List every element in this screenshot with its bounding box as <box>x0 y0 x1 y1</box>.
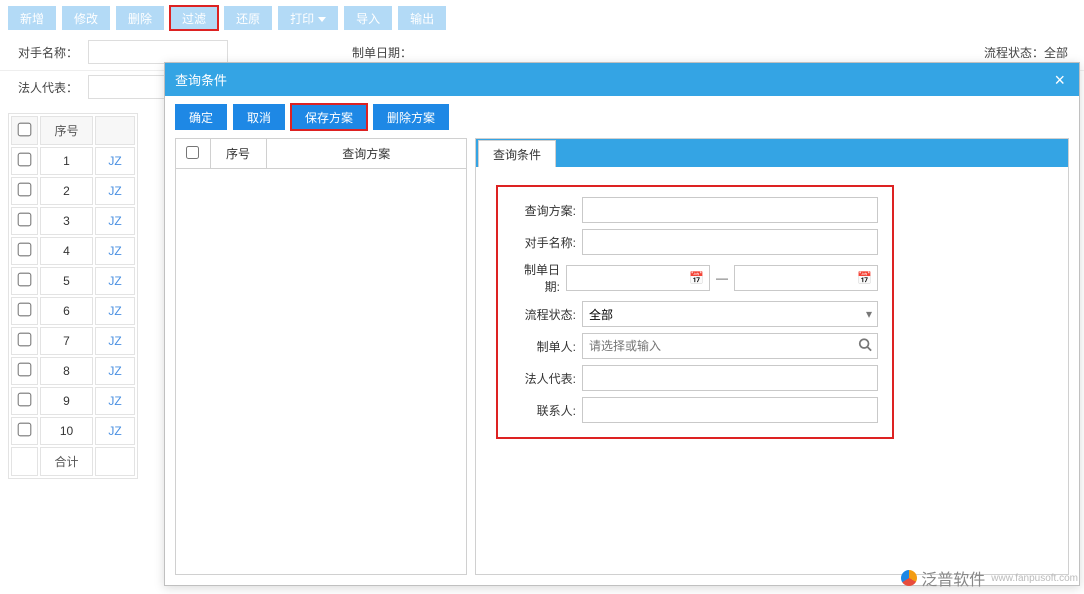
tab-query-condition[interactable]: 查询条件 <box>478 140 556 167</box>
row-checkbox[interactable] <box>18 333 32 347</box>
print-button[interactable]: 打印 <box>278 6 338 30</box>
bg-legalrep-label: 法人代表： <box>8 79 78 96</box>
modal-body: 序号 查询方案 查询条件 查询方案: 对手名称: <box>165 138 1079 585</box>
row-code-link[interactable]: JZ <box>95 147 135 175</box>
row-code-link[interactable]: JZ <box>95 327 135 355</box>
plan-select-all-checkbox[interactable] <box>186 146 199 159</box>
delete-plan-button[interactable]: 删除方案 <box>373 104 449 130</box>
ok-button[interactable]: 确定 <box>175 104 227 130</box>
row-checkbox[interactable] <box>18 243 32 257</box>
row-seq: 2 <box>40 177 93 205</box>
row-seq: 1 <box>40 147 93 175</box>
row-checkbox[interactable] <box>18 393 32 407</box>
table-row: 2JZ <box>11 177 135 205</box>
row-code-link[interactable]: JZ <box>95 177 135 205</box>
row-code-link[interactable]: JZ <box>95 207 135 235</box>
table-row: 8JZ <box>11 357 135 385</box>
modal-toolbar: 确定 取消 保存方案 删除方案 <box>165 96 1079 138</box>
counterparty-label: 对手名称: <box>512 234 576 251</box>
row-checkbox[interactable] <box>18 273 32 287</box>
plan-header-plan: 查询方案 <box>266 139 466 169</box>
condition-form: 查询方案: 对手名称: 制单日期: 📅 — 📅 <box>476 167 1068 457</box>
plan-list-panel: 序号 查询方案 <box>175 138 467 575</box>
row-code-link[interactable]: JZ <box>95 297 135 325</box>
row-seq: 5 <box>40 267 93 295</box>
billdate-to-input[interactable] <box>734 265 878 291</box>
table-row: 5JZ <box>11 267 135 295</box>
legalrep-label: 法人代表: <box>512 370 576 387</box>
row-checkbox[interactable] <box>18 363 32 377</box>
import-button[interactable]: 导入 <box>344 6 392 30</box>
table-row: 9JZ <box>11 387 135 415</box>
condition-panel: 查询条件 查询方案: 对手名称: 制单日期: <box>475 138 1069 575</box>
maker-input[interactable] <box>582 333 878 359</box>
table-row: 10JZ <box>11 417 135 445</box>
plan-header-seq: 序号 <box>210 139 266 169</box>
table-row: 6JZ <box>11 297 135 325</box>
bg-counterparty-input[interactable] <box>88 40 228 64</box>
row-seq: 7 <box>40 327 93 355</box>
row-seq: 4 <box>40 237 93 265</box>
plan-input[interactable] <box>582 197 878 223</box>
table-row: 3JZ <box>11 207 135 235</box>
contact-input[interactable] <box>582 397 878 423</box>
row-code-link[interactable]: JZ <box>95 267 135 295</box>
bg-select-all-checkbox[interactable] <box>18 122 32 136</box>
row-code-link[interactable]: JZ <box>95 357 135 385</box>
query-modal: 查询条件 × 确定 取消 保存方案 删除方案 序号 查询方案 查询条件 <box>164 62 1080 586</box>
filter-button[interactable]: 过滤 <box>170 6 218 30</box>
top-toolbar: 新增 修改 删除 过滤 还原 打印 导入 输出 <box>0 0 1084 36</box>
modal-title: 查询条件 <box>175 70 227 89</box>
maker-label: 制单人: <box>512 338 576 355</box>
bg-flowstatus-label: 流程状态：全部 <box>984 44 1068 61</box>
row-code-link[interactable]: JZ <box>95 387 135 415</box>
close-icon[interactable]: × <box>1050 73 1069 87</box>
plan-label: 查询方案: <box>512 202 576 219</box>
cancel-button[interactable]: 取消 <box>233 104 285 130</box>
modal-header: 查询条件 × <box>165 63 1079 96</box>
bg-table: 序号 1JZ2JZ3JZ4JZ5JZ6JZ7JZ8JZ9JZ10JZ 合计 <box>8 113 138 479</box>
row-checkbox[interactable] <box>18 153 32 167</box>
condition-form-highlight: 查询方案: 对手名称: 制单日期: 📅 — 📅 <box>496 185 894 439</box>
row-checkbox[interactable] <box>18 183 32 197</box>
table-row: 1JZ <box>11 147 135 175</box>
condition-tabbar: 查询条件 <box>476 139 1068 167</box>
row-code-link[interactable]: JZ <box>95 417 135 445</box>
save-plan-button[interactable]: 保存方案 <box>291 104 367 130</box>
row-seq: 8 <box>40 357 93 385</box>
row-seq: 6 <box>40 297 93 325</box>
restore-button[interactable]: 还原 <box>224 6 272 30</box>
new-button[interactable]: 新增 <box>8 6 56 30</box>
contact-label: 联系人: <box>512 402 576 419</box>
edit-button[interactable]: 修改 <box>62 6 110 30</box>
row-checkbox[interactable] <box>18 213 32 227</box>
flowstatus-label: 流程状态: <box>512 306 576 323</box>
bg-table-body: 1JZ2JZ3JZ4JZ5JZ6JZ7JZ8JZ9JZ10JZ <box>11 147 135 445</box>
plan-header-checkbox <box>176 139 210 169</box>
row-code-link[interactable]: JZ <box>95 237 135 265</box>
table-row: 7JZ <box>11 327 135 355</box>
bg-table-header-seq: 序号 <box>40 116 93 145</box>
bg-table-total-label: 合计 <box>40 447 93 476</box>
bg-counterparty-label: 对手名称： <box>8 44 78 61</box>
row-seq: 10 <box>40 417 93 445</box>
row-seq: 3 <box>40 207 93 235</box>
row-checkbox[interactable] <box>18 423 32 437</box>
counterparty-input[interactable] <box>582 229 878 255</box>
billdate-label: 制单日期: <box>512 261 560 295</box>
delete-button[interactable]: 删除 <box>116 6 164 30</box>
date-separator: — <box>716 271 728 285</box>
row-seq: 9 <box>40 387 93 415</box>
row-checkbox[interactable] <box>18 303 32 317</box>
export-button[interactable]: 输出 <box>398 6 446 30</box>
legalrep-input[interactable] <box>582 365 878 391</box>
flowstatus-select[interactable] <box>582 301 878 327</box>
table-row: 4JZ <box>11 237 135 265</box>
billdate-from-input[interactable] <box>566 265 710 291</box>
bg-billdate-label: 制单日期： <box>352 44 412 61</box>
bg-table-header-checkbox <box>11 116 38 145</box>
